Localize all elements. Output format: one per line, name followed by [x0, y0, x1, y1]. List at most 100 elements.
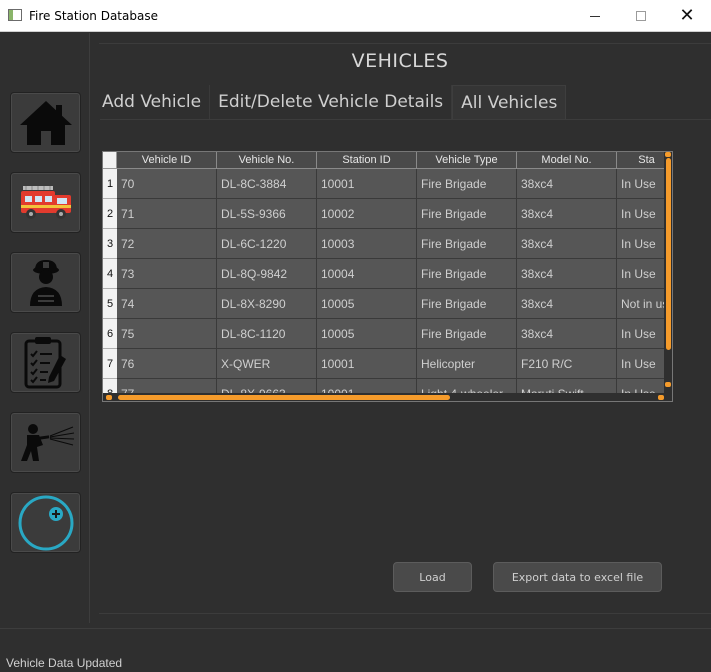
table-row[interactable]: 2 71 DL-5S-9366 10002 Fire Brigade 38xc4 In Us…	[103, 199, 672, 229]
app-icon	[8, 9, 22, 21]
table-row[interactable]: 6 75 DL-8C-1120 10005 Fire Brigade 38xc4 In Us…	[103, 319, 672, 349]
column-header-vehicle-no[interactable]: Vehicle No.	[217, 152, 317, 169]
table-row[interactable]: 1 70 DL-8C-3884 10001 Fire Brigade 38xc4 In Us…	[103, 169, 672, 199]
table-cell[interactable]: Helicopter	[417, 349, 517, 379]
export-excel-button[interactable]: Export data to excel file	[493, 562, 662, 592]
table-cell[interactable]: DL-8C-1120	[217, 319, 317, 349]
table-cell[interactable]: DL-8C-3884	[217, 169, 317, 199]
main-panel: VEHICLES Add Vehicle Edit/Delete Vehicle…	[91, 33, 711, 623]
divider	[99, 43, 711, 44]
vertical-scroll-thumb[interactable]	[666, 158, 671, 350]
fire-hose-icon	[20, 423, 74, 461]
home-icon	[19, 100, 72, 145]
window-title: Fire Station Database	[29, 9, 158, 23]
table-cell[interactable]: Fire Brigade	[417, 169, 517, 199]
row-number[interactable]: 4	[103, 259, 117, 289]
table-cell[interactable]: 10005	[317, 289, 417, 319]
tab-add-vehicle[interactable]: Add Vehicle	[100, 85, 211, 119]
load-button[interactable]: Load	[393, 562, 472, 592]
horizontal-scrollbar[interactable]	[103, 393, 672, 401]
sidebar-item-add[interactable]	[10, 492, 81, 553]
table-cell[interactable]: DL-6C-1220	[217, 229, 317, 259]
sidebar-item-operations[interactable]	[10, 412, 81, 473]
tab-bar: Add Vehicle Edit/Delete Vehicle Details …	[100, 85, 567, 119]
table-cell[interactable]: 10005	[317, 319, 417, 349]
scroll-up-icon[interactable]	[665, 152, 671, 157]
column-header-model-no[interactable]: Model No.	[517, 152, 617, 169]
table-cell[interactable]: 38xc4	[517, 169, 617, 199]
table-cell[interactable]: 75	[117, 319, 217, 349]
scroll-right-icon[interactable]	[658, 395, 664, 400]
row-number[interactable]: 7	[103, 349, 117, 379]
title-bar: Fire Station Database ✕	[0, 0, 711, 32]
sidebar	[0, 33, 90, 623]
tab-edit-delete-vehicle[interactable]: Edit/Delete Vehicle Details	[210, 85, 453, 119]
row-number[interactable]: 3	[103, 229, 117, 259]
table-cell[interactable]: X-QWER	[217, 349, 317, 379]
row-number[interactable]: 6	[103, 319, 117, 349]
table-cell[interactable]: Fire Brigade	[417, 199, 517, 229]
row-number[interactable]: 5	[103, 289, 117, 319]
table-cell[interactable]: 38xc4	[517, 319, 617, 349]
add-circle-icon	[18, 495, 73, 550]
column-header-vehicle-type[interactable]: Vehicle Type	[417, 152, 517, 169]
divider	[99, 613, 711, 614]
row-number[interactable]: 1	[103, 169, 117, 199]
minimize-icon	[590, 15, 600, 17]
column-header-vehicle-id[interactable]: Vehicle ID	[117, 152, 217, 169]
close-button[interactable]: ✕	[664, 0, 710, 32]
table-header: Vehicle ID Vehicle No. Station ID Vehicl…	[117, 152, 672, 169]
table-cell[interactable]: Fire Brigade	[417, 289, 517, 319]
table-cell[interactable]: 38xc4	[517, 229, 617, 259]
row-number[interactable]: 2	[103, 199, 117, 229]
table-cell[interactable]: 10001	[317, 349, 417, 379]
table-cell[interactable]: Fire Brigade	[417, 259, 517, 289]
firefighter-icon	[29, 259, 62, 306]
maximize-icon	[636, 11, 646, 21]
clipboard-icon	[24, 336, 66, 388]
sidebar-item-firefighters[interactable]	[10, 252, 81, 313]
table-cell[interactable]: Fire Brigade	[417, 229, 517, 259]
table-cell[interactable]: Fire Brigade	[417, 319, 517, 349]
table-cell[interactable]: 70	[117, 169, 217, 199]
tab-all-vehicles[interactable]: All Vehicles	[452, 85, 567, 119]
status-message: Vehicle Data Updated	[6, 656, 123, 670]
minimize-button[interactable]	[572, 0, 618, 32]
table-row[interactable]: 5 74 DL-8X-8290 10005 Fire Brigade 38xc4 Not i…	[103, 289, 672, 319]
table-cell[interactable]: DL-8X-8290	[217, 289, 317, 319]
table-cell[interactable]: F210 R/C	[517, 349, 617, 379]
table-cell[interactable]: 10004	[317, 259, 417, 289]
table-cell[interactable]: 72	[117, 229, 217, 259]
table-cell[interactable]: 10002	[317, 199, 417, 229]
column-header-station-id[interactable]: Station ID	[317, 152, 417, 169]
page-title: VEHICLES	[351, 50, 449, 72]
table-cell[interactable]: 38xc4	[517, 259, 617, 289]
table-corner[interactable]	[103, 152, 117, 169]
vehicles-table: Vehicle ID Vehicle No. Station ID Vehicl…	[102, 151, 673, 402]
table-cell[interactable]: DL-8Q-9842	[217, 259, 317, 289]
table-row[interactable]: 3 72 DL-6C-1220 10003 Fire Brigade 38xc4 In Us…	[103, 229, 672, 259]
divider	[100, 119, 711, 120]
scroll-down-icon[interactable]	[665, 382, 671, 387]
maximize-button[interactable]	[618, 0, 664, 32]
table-cell[interactable]: 38xc4	[517, 199, 617, 229]
fire-truck-icon	[20, 185, 71, 219]
table-cell[interactable]: 10003	[317, 229, 417, 259]
status-bar: Vehicle Data Updated	[0, 628, 711, 672]
sidebar-item-home[interactable]	[10, 92, 81, 153]
table-cell[interactable]: 73	[117, 259, 217, 289]
scroll-left-icon[interactable]	[106, 395, 112, 400]
horizontal-scroll-thumb[interactable]	[118, 395, 450, 400]
vertical-scrollbar[interactable]	[664, 152, 672, 395]
sidebar-item-vehicles[interactable]	[10, 172, 81, 233]
table-row[interactable]: 4 73 DL-8Q-9842 10004 Fire Brigade 38xc4 In Us…	[103, 259, 672, 289]
close-icon: ✕	[679, 5, 695, 26]
table-cell[interactable]: 71	[117, 199, 217, 229]
table-cell[interactable]: 74	[117, 289, 217, 319]
table-cell[interactable]: 38xc4	[517, 289, 617, 319]
table-cell[interactable]: 76	[117, 349, 217, 379]
table-cell[interactable]: 10001	[317, 169, 417, 199]
table-row[interactable]: 7 76 X-QWER 10001 Helicopter F210 R/C In Use	[103, 349, 672, 379]
table-cell[interactable]: DL-5S-9366	[217, 199, 317, 229]
sidebar-item-records[interactable]	[10, 332, 81, 393]
